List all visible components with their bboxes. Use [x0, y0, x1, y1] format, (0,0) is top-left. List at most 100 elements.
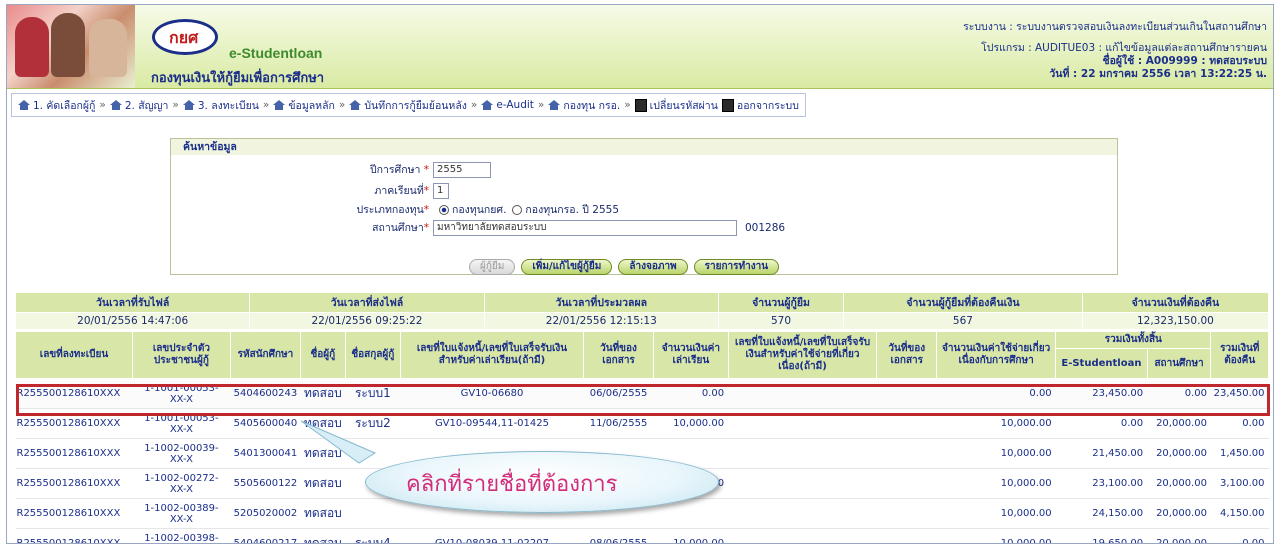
fund-radio-gyos[interactable]	[439, 204, 449, 215]
school-input[interactable]: มหาวิทยาลัยทดสอบระบบ	[433, 219, 737, 236]
table-header-row: เลขที่ลงทะเบียน เลขประจำตัวประชาชนผู้กู้…	[15, 330, 1269, 379]
fund-option-2-label: กองทุนกรอ. ปี 2555	[525, 204, 619, 216]
cell-refund: 1,450.00	[1210, 438, 1269, 469]
cell-reg-no: R255500128610XXX	[15, 438, 133, 469]
summary-table: วันเวลาที่รับไฟล์ วันเวลาที่ส่งไฟล์ วันเ…	[14, 292, 1270, 330]
menu-select-borrower[interactable]: 1. คัดเลือกผู้กู้	[18, 97, 95, 114]
menu-label: บันทึกการกู้ยืมย้อนหลัง	[364, 99, 467, 112]
id-line-2: XX-X	[134, 544, 230, 545]
cell-doc-date-2	[876, 438, 937, 469]
cell-first-name[interactable]: ทดสอบ	[300, 528, 346, 543]
clear-screen-button[interactable]: ล้างจอภาพ	[618, 259, 688, 275]
col-header-expense-doc: เลขที่ใบแจ้งหนี้/เลขที่ใบเสร็จรับเงินสำห…	[727, 331, 878, 379]
menu-label: 1. คัดเลือกผู้กู้	[33, 99, 96, 112]
col-header-id-no: เลขประจำตัวประชาชนผู้กู้	[132, 331, 231, 379]
table-row[interactable]: R255500128610XXX 1-1001-00053- XX-X 5404600…	[15, 378, 1269, 409]
cell-total-estu: 0.00	[1055, 408, 1148, 439]
menu-label: 3. ลงทะเบียน	[197, 99, 259, 112]
cell-refund: 3,100.00	[1210, 468, 1269, 499]
id-line-1: 1-1002-00398-	[144, 532, 219, 544]
fund-radio-kro[interactable]	[512, 204, 523, 215]
year-label: ปีการศึกษา *	[279, 161, 433, 178]
cell-doc-date: 08/06/2555	[583, 528, 654, 543]
term-input[interactable]: 1	[433, 182, 449, 199]
required-mark: *	[423, 222, 429, 234]
required-mark: *	[423, 185, 429, 197]
id-line-2: XX-X	[169, 453, 193, 465]
borrower-button[interactable]: ผู้กู้ยืม	[469, 259, 516, 275]
cell-doc-date-2	[876, 378, 937, 409]
cell-first-name[interactable]: ทดสอบ	[300, 378, 346, 409]
work-list-button[interactable]: รายการทำงาน	[693, 259, 780, 275]
cell-tuition-amt: 10,000.00	[653, 408, 729, 439]
year-input[interactable]: 2555	[433, 161, 491, 178]
cell-first-name[interactable]: ทดสอบ	[300, 468, 346, 499]
cell-last-name[interactable]: ระบบ4	[345, 528, 401, 543]
cell-student-id: 5405600040	[230, 408, 301, 439]
menu-e-audit[interactable]: e-Audit	[481, 99, 534, 111]
menu-backdated-loans[interactable]: บันทึกการกู้ยืมย้อนหลัง	[349, 97, 467, 114]
summary-value: 20/01/2556 14:47:06	[14, 312, 251, 330]
menu-register[interactable]: 3. ลงทะเบียน	[182, 97, 259, 114]
menu-separator: »	[172, 99, 179, 111]
cell-expense-amt: 10,000.00	[936, 528, 1056, 543]
cell-total-estu: 19,650.00	[1055, 528, 1148, 543]
menu-label: กองทุน กรอ.	[563, 99, 621, 112]
home-icon	[548, 100, 561, 110]
cell-student-id: 5505600122	[230, 468, 301, 499]
date-line: วันที่ : 22 มกราคม 2556 เวลา 13:22:25 น.	[1049, 68, 1267, 80]
year-label-text: ปีการศึกษา	[370, 164, 421, 176]
id-line-1: 1-1002-00389-	[144, 502, 219, 514]
cell-total-estu: 23,450.00	[1055, 378, 1148, 409]
menu-contract[interactable]: 2. สัญญา	[109, 97, 169, 114]
cell-expense-amt: 0.00	[936, 378, 1056, 409]
home-icon	[182, 100, 195, 110]
menu-label: 2. สัญญา	[124, 99, 169, 112]
callout-pointer	[300, 420, 377, 464]
col-header-total: รวมเงินทั้งสิ้น	[1055, 330, 1212, 350]
home-icon	[273, 100, 286, 110]
term-label-text: ภาคเรียนที่	[374, 185, 424, 197]
table-row[interactable]: R255500128610XXX1-1002-00398-XX-X5404600…	[15, 528, 1269, 545]
search-panel: ค้นหาข้อมูล ปีการศึกษา * 2555 ภาคเรียนที…	[170, 138, 1118, 275]
col-header-total-school: สถานศึกษา	[1146, 348, 1212, 379]
system-info: ระบบงาน : ระบบงานตรวจสอบเงินลงทะเบียนส่ว…	[963, 21, 1267, 81]
cell-first-name[interactable]: ทดสอบ	[300, 498, 346, 529]
term-row: ภาคเรียนที่* 1	[279, 182, 449, 199]
school-row: สถานศึกษา* มหาวิทยาลัยทดสอบระบบ 001286	[279, 219, 785, 236]
summary-header: จำนวนผู้กู้ยืม	[717, 292, 845, 313]
menu-separator: »	[537, 99, 545, 111]
menu-change-password[interactable]: เปลี่ยนรหัสผ่าน	[634, 97, 718, 114]
cell-id-no: 1-1002-00389- XX-X	[132, 498, 231, 529]
cell-doc-date-2	[876, 528, 937, 543]
cell-id-no: 1-1001-00053- XX-X	[132, 408, 231, 439]
menu-master-data[interactable]: ข้อมูลหลัก	[273, 97, 335, 114]
menu-logout[interactable]: ออกจากระบบ	[721, 97, 799, 114]
add-edit-borrower-button[interactable]: เพิ่ม/แก้ไขผู้กู้ยืม	[521, 259, 613, 275]
cell-expense-amt: 10,000.00	[936, 408, 1056, 439]
col-header-total-estu: E-Studentloan	[1055, 348, 1148, 379]
cell-student-id: 5401300041	[230, 438, 301, 469]
student-figure-1	[15, 17, 49, 77]
cell-expense-amt: 10,000.00	[936, 438, 1056, 469]
brand-name: e-Studentloan	[229, 45, 323, 61]
cell-last-name[interactable]: ระบบ1	[345, 378, 401, 409]
menu-kro-fund[interactable]: กองทุน กรอ.	[548, 97, 620, 114]
cell-total-school: 20,000.00	[1147, 528, 1211, 543]
cell-doc-date: 11/06/2555	[583, 408, 654, 439]
col-header-doc-date-2: วันที่ของเอกสาร	[876, 331, 938, 379]
cell-doc-date-2	[876, 408, 937, 439]
summary-header: วันเวลาที่ส่งไฟล์	[249, 292, 485, 313]
table-row[interactable]: R255500128610XXX 1-1001-00053- XX-X 5405600…	[15, 408, 1269, 439]
id-line-1: 1-1001-00053-	[144, 412, 219, 424]
cell-last-name[interactable]	[345, 498, 401, 529]
summary-header: วันเวลาที่ประมวลผล	[483, 292, 719, 313]
required-mark: *	[423, 164, 429, 176]
cell-refund: 0.00	[1210, 528, 1269, 543]
required-mark: *	[423, 204, 429, 216]
cell-student-id: 5404600217	[230, 528, 301, 543]
cell-total-school: 20,000.00	[1147, 408, 1211, 439]
home-icon	[481, 100, 494, 110]
menu-label: e-Audit	[496, 99, 534, 111]
id-line-1: 1-1002-00272-	[144, 472, 219, 484]
